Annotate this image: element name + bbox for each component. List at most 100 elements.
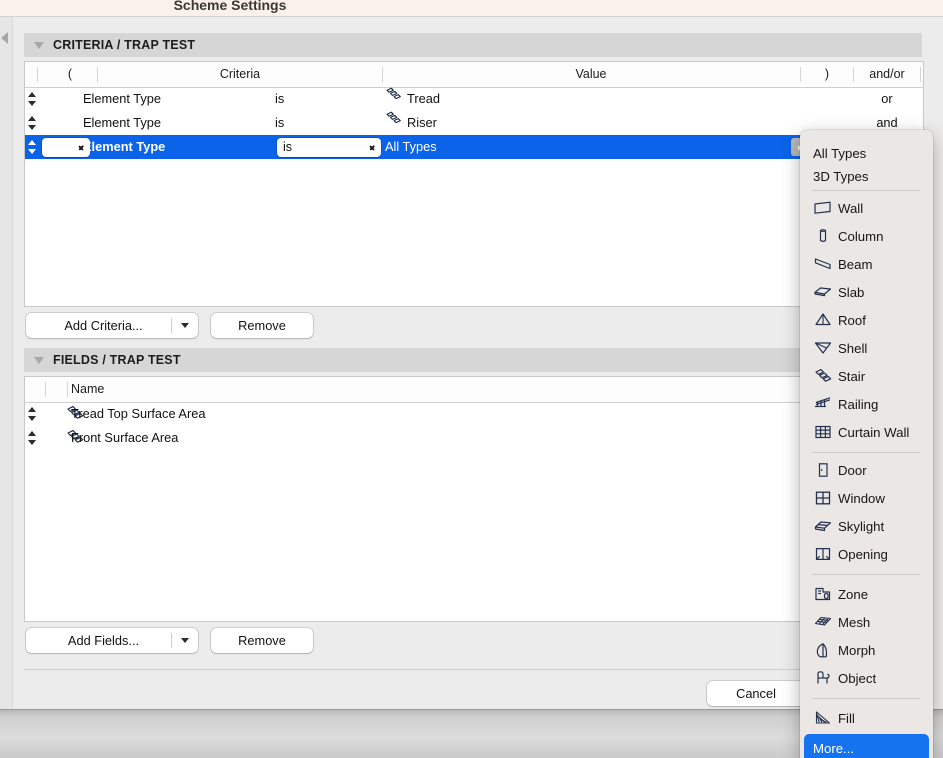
cell-value[interactable]: Riser — [407, 111, 437, 135]
menu-separator — [812, 452, 920, 453]
table-row[interactable]: Element Type is Tread or — [25, 87, 923, 111]
beam-icon — [812, 253, 834, 275]
fields-table-header: Name — [25, 377, 923, 403]
chevron-down-icon[interactable] — [172, 638, 198, 643]
cell-value-icon — [385, 87, 403, 111]
window-title: Scheme Settings — [173, 0, 287, 13]
menu-item-wall[interactable]: Wall — [800, 194, 933, 222]
cell-value[interactable]: Tread — [407, 87, 440, 111]
menu-item-label: Shell — [838, 340, 868, 356]
menu-item-object[interactable]: Object — [800, 664, 933, 692]
add-fields-label: Add Fields... — [67, 633, 140, 648]
col-header-paren-open[interactable]: ( — [45, 62, 95, 87]
criteria-section-header[interactable]: CRITERIA / TRAP TEST — [24, 33, 922, 57]
window-icon — [812, 487, 834, 509]
table-row-selected[interactable]: Element Type is All Types — [25, 135, 923, 159]
column-icon — [812, 225, 834, 247]
col-header-paren-close[interactable]: ) — [803, 62, 851, 87]
col-header-name[interactable]: Name — [71, 377, 211, 402]
menu-item-label: More... — [813, 740, 855, 756]
criteria-table-header: ( Criteria Value ) and/or — [25, 62, 923, 88]
add-criteria-label: Add Criteria... — [64, 318, 143, 333]
menu-item-label: Window — [838, 490, 885, 506]
row-reorder-handle-icon[interactable] — [27, 135, 38, 159]
remove-criteria-label: Remove — [238, 318, 286, 333]
menu-item-label: Roof — [838, 312, 866, 328]
col-header-criteria[interactable]: Criteria — [100, 62, 380, 87]
menu-item-stair[interactable]: Stair — [800, 362, 933, 390]
menu-item-label: Morph — [838, 642, 876, 658]
remove-criteria-button[interactable]: Remove — [211, 313, 313, 338]
menu-separator — [812, 190, 920, 191]
disclosure-triangle-icon[interactable] — [34, 41, 44, 49]
menu-item-column[interactable]: Column — [800, 222, 933, 250]
menu-item-label: Skylight — [838, 518, 885, 534]
menu-item-label: Railing — [838, 396, 879, 412]
menu-item-mesh[interactable]: Mesh — [800, 608, 933, 636]
menu-item-more[interactable]: More... — [804, 734, 929, 758]
cell-field-name[interactable]: Tread Top Surface Area — [71, 402, 205, 426]
criteria-table: ( Criteria Value ) and/or Element Type i… — [24, 61, 924, 307]
remove-fields-button[interactable]: Remove — [211, 628, 313, 653]
roof-icon — [812, 309, 834, 331]
cell-criteria[interactable]: Element Type — [83, 135, 165, 159]
table-row[interactable]: Front Surface Area — [25, 426, 923, 450]
element-type-dropdown-menu[interactable]: All Types 3D Types Wall Column Beam Slab… — [800, 130, 933, 758]
menu-item-window[interactable]: Window — [800, 484, 933, 512]
menu-item-slab[interactable]: Slab — [800, 278, 933, 306]
menu-item-label: Slab — [838, 284, 865, 300]
col-header-andor[interactable]: and/or — [856, 62, 918, 87]
wall-icon — [812, 197, 834, 219]
table-row[interactable]: Element Type is Riser and — [25, 111, 923, 135]
menu-item-zone[interactable]: Zone — [800, 580, 933, 608]
menu-item-label: Opening — [838, 546, 888, 562]
morph-icon — [812, 639, 834, 661]
menu-item-railing[interactable]: Railing — [800, 390, 933, 418]
disclosure-triangle-icon[interactable] — [34, 356, 44, 364]
window-titlebar: Scheme Settings — [0, 0, 943, 16]
col-header-value[interactable]: Value — [385, 62, 797, 87]
fields-table: Name Tread Top Surface Area Front Surfac… — [24, 376, 924, 622]
mesh-icon — [812, 611, 834, 633]
fields-section-title: FIELDS / TRAP TEST — [53, 353, 181, 367]
menu-item-3d-types[interactable]: 3D Types — [800, 162, 933, 190]
cell-andor[interactable]: or — [856, 87, 918, 111]
cell-field-name[interactable]: Front Surface Area — [71, 426, 178, 450]
chevron-down-icon[interactable] — [172, 323, 198, 328]
cell-criteria[interactable]: Element Type — [83, 87, 161, 111]
menu-item-roof[interactable]: Roof — [800, 306, 933, 334]
cell-operator[interactable]: is — [275, 111, 284, 135]
zone-icon — [812, 583, 834, 605]
collapse-panel-arrow-icon[interactable] — [1, 32, 8, 44]
fields-section-header[interactable]: FIELDS / TRAP TEST — [24, 348, 922, 372]
menu-item-label: Door — [838, 462, 867, 478]
row-reorder-handle-icon[interactable] — [27, 402, 38, 426]
cell-criteria[interactable]: Element Type — [83, 111, 161, 135]
menu-item-opening[interactable]: Opening — [800, 540, 933, 568]
menu-item-morph[interactable]: Morph — [800, 636, 933, 664]
fill-icon — [812, 707, 834, 729]
menu-item-fill[interactable]: Fill — [800, 704, 933, 732]
add-criteria-button[interactable]: Add Criteria... — [26, 313, 198, 338]
screenshot-root: Scheme Settings CRITERIA / TRAP TEST ( C… — [0, 0, 943, 758]
menu-item-curtain-wall[interactable]: Curtain Wall — [800, 418, 933, 446]
row-reorder-handle-icon[interactable] — [27, 87, 38, 111]
left-gutter — [0, 17, 13, 710]
menu-item-skylight[interactable]: Skylight — [800, 512, 933, 540]
row-reorder-handle-icon[interactable] — [27, 426, 38, 450]
cancel-button[interactable]: Cancel — [707, 681, 805, 706]
cell-value[interactable]: All Types — [385, 135, 437, 159]
menu-item-door[interactable]: Door — [800, 456, 933, 484]
menu-item-label: Stair — [838, 368, 866, 384]
table-row[interactable]: Tread Top Surface Area — [25, 402, 923, 426]
menu-item-shell[interactable]: Shell — [800, 334, 933, 362]
row-reorder-handle-icon[interactable] — [27, 111, 38, 135]
cell-value-icon — [385, 111, 403, 135]
cell-operator[interactable]: is — [275, 87, 284, 111]
add-fields-button[interactable]: Add Fields... — [26, 628, 198, 653]
menu-item-label: Column — [838, 228, 884, 244]
operator-popup[interactable]: is — [277, 138, 381, 157]
object-icon — [812, 667, 834, 689]
remove-fields-label: Remove — [238, 633, 286, 648]
menu-item-beam[interactable]: Beam — [800, 250, 933, 278]
